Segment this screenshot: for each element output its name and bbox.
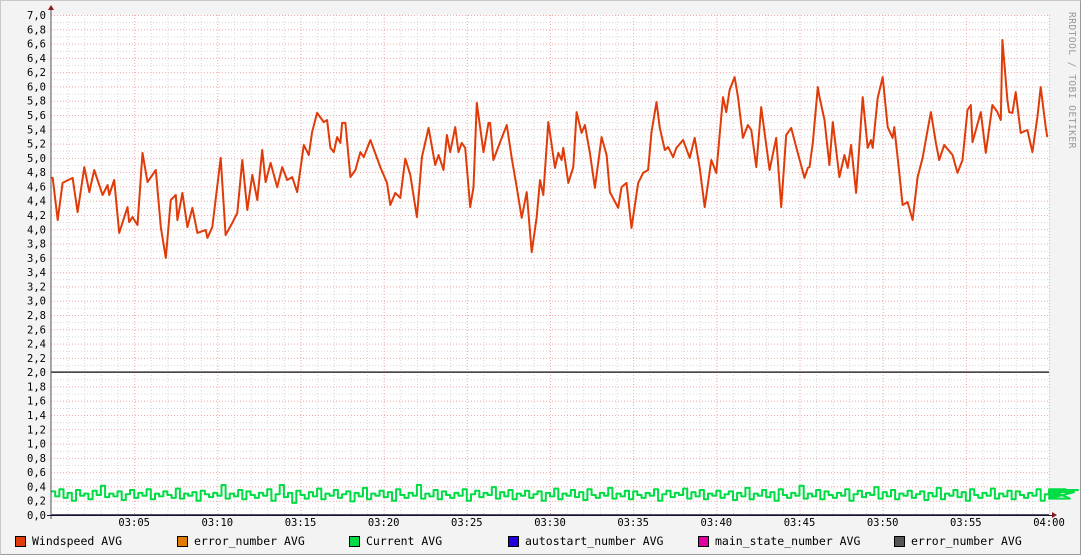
y-tick-label: 6,6 [27, 39, 46, 51]
rrd-chart: 0,0 0,2 0,4 0,6 0,8 1,0 1,2 1,4 1,6 1,8 2,0 2,2 2,4 2… [27, 5, 1080, 529]
y-tick-label: 1,0 [27, 439, 46, 451]
x-tick-label: 03:15 [285, 517, 317, 529]
legend-item-current: Current AVG [349, 534, 442, 548]
legend-swatch [508, 535, 519, 547]
x-tick-label: 03:25 [451, 517, 483, 529]
y-tick-label: 5,4 [27, 124, 46, 136]
x-tick-label: 03:20 [368, 517, 400, 529]
legend-swatch [177, 535, 188, 547]
legend-label: Current AVG [366, 534, 443, 548]
legend-swatch [15, 535, 26, 547]
x-tick-label: 04:00 [1033, 517, 1065, 529]
legend-item-error-number-2: error_number AVG [894, 534, 1022, 548]
legend-swatch [894, 535, 905, 547]
rrdtool-watermark: RRDTOOL / TOBI OETIKER [1066, 12, 1077, 149]
legend-item-error-number: error_number AVG [177, 534, 305, 548]
y-tick-label: 1,4 [27, 410, 46, 422]
y-tick-label: 0,0 [27, 510, 46, 522]
y-tick-label: 4,4 [27, 196, 46, 208]
x-tick-label: 03:40 [701, 517, 733, 529]
x-tick-label: 03:05 [118, 517, 150, 529]
y-tick-label: 4,0 [27, 224, 46, 236]
legend-swatch [698, 535, 709, 547]
y-tick-label: 4,2 [27, 210, 46, 222]
y-tick-label: 6,4 [27, 53, 46, 65]
x-tick-label: 03:10 [202, 517, 234, 529]
y-tick-label: 2,0 [27, 367, 46, 379]
legend-label: error_number AVG [911, 534, 1022, 548]
y-tick-label: 5,8 [27, 96, 46, 108]
y-axis-arrow-icon [48, 5, 54, 10]
legend-label: autostart_number AVG [525, 534, 664, 548]
x-tick-label: 03:50 [867, 517, 899, 529]
y-tick-label: 3,6 [27, 253, 46, 265]
x-tick-label: 03:45 [784, 517, 816, 529]
y-tick-label: 1,2 [27, 424, 46, 436]
y-tick-label: 6,2 [27, 67, 46, 79]
y-tick-label: 1,8 [27, 381, 46, 393]
y-tick-label: 0,8 [27, 453, 46, 465]
y-tick-label: 6,8 [27, 24, 46, 36]
legend-item-windspeed: Windspeed AVG [15, 534, 122, 548]
legend-swatch [349, 535, 360, 547]
y-tick-label: 2,8 [27, 310, 46, 322]
y-tick-label: 4,8 [27, 167, 46, 179]
y-tick-label: 3,4 [27, 267, 46, 279]
y-tick-label: 0,6 [27, 467, 46, 479]
y-tick-label: 3,2 [27, 281, 46, 293]
y-tick-label: 2,6 [27, 324, 46, 336]
y-tick-label: 6,0 [27, 81, 46, 93]
y-tick-label: 0,4 [27, 481, 46, 493]
y-tick-label: 3,8 [27, 239, 46, 251]
y-tick-label: 2,4 [27, 339, 46, 351]
x-tick-label: 03:55 [950, 517, 982, 529]
legend-item-autostart-number: autostart_number AVG [508, 534, 663, 548]
legend-label: main_state_number AVG [715, 534, 861, 548]
y-tick-label: 1,6 [27, 396, 46, 408]
x-tick-label: 03:30 [534, 517, 566, 529]
y-tick-label: 4,6 [27, 181, 46, 193]
y-tick-label: 5,6 [27, 110, 46, 122]
y-tick-label: 7,0 [27, 10, 46, 22]
x-tick-label: 03:35 [617, 517, 649, 529]
y-tick-label: 5,2 [27, 139, 46, 151]
y-tick-label: 2,2 [27, 353, 46, 365]
legend-label: Windspeed AVG [32, 534, 123, 548]
y-tick-label: 3,0 [27, 296, 46, 308]
legend-item-main-state-number: main_state_number AVG [698, 534, 860, 548]
y-tick-label: 0,2 [27, 496, 46, 508]
y-tick-label: 5,0 [27, 153, 46, 165]
legend-label: error_number AVG [194, 534, 305, 548]
